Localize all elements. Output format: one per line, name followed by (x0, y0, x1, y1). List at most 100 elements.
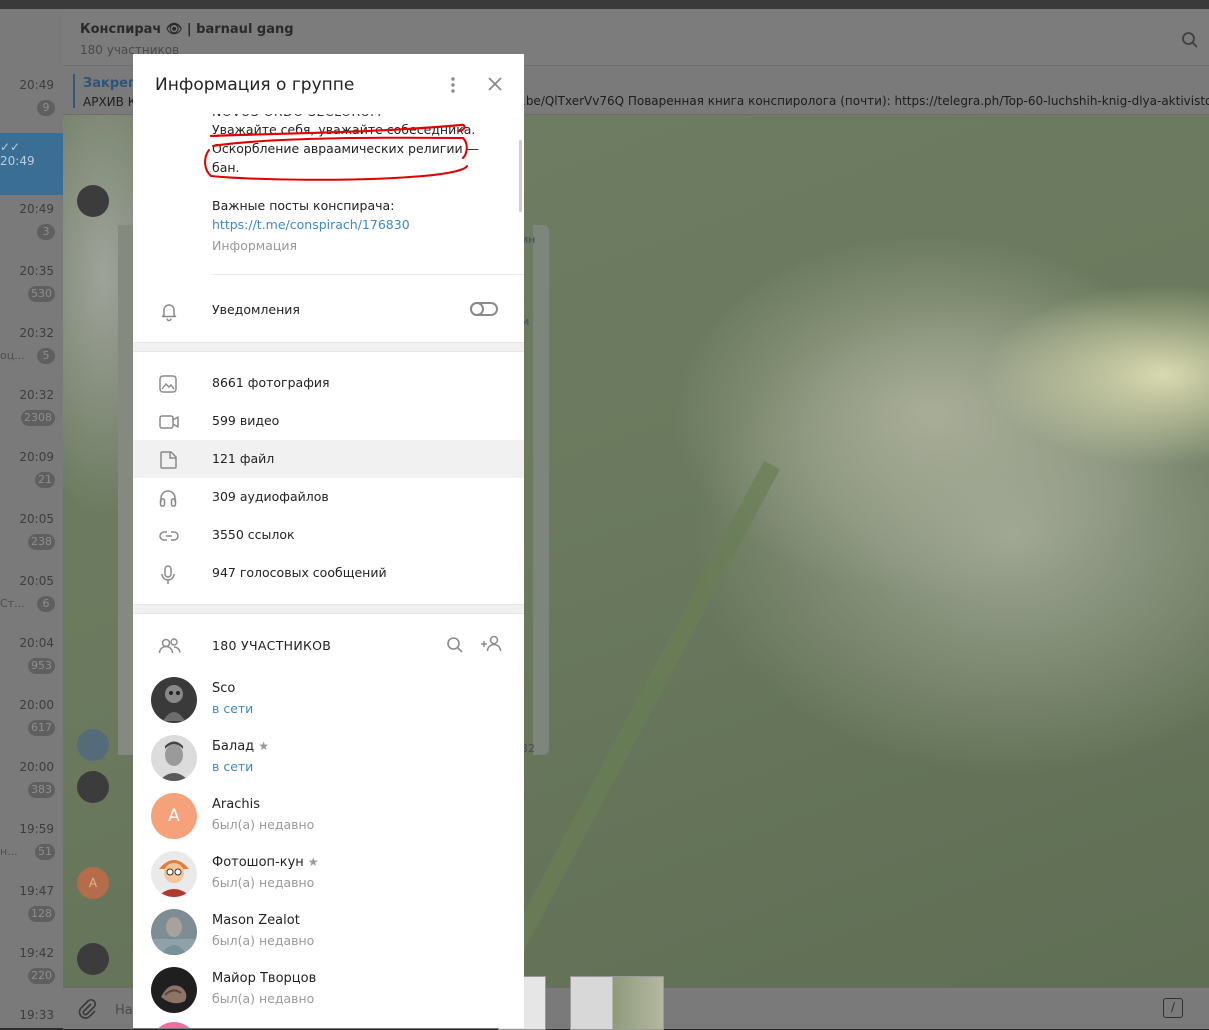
member-item[interactable]: Балад ★ в сети (133, 730, 524, 788)
search-members-icon[interactable] (446, 636, 464, 658)
member-item[interactable]: Майор Творцов был(а) недавно (133, 962, 524, 1020)
member-name: Балад ★ (212, 739, 269, 754)
dialog-row[interactable]: 20:04 953 (0, 629, 63, 691)
dialog-row[interactable]: 20:35 530 (0, 257, 63, 319)
dialog-row[interactable]: 20:00 383 (0, 753, 63, 815)
member-name: Майор Творцов (212, 971, 317, 986)
members-icon (158, 636, 182, 660)
dialog-row[interactable]: 20:49 9 (0, 71, 63, 133)
unread-badge: 220 (28, 968, 55, 984)
unread-badge: 530 (28, 286, 55, 302)
member-name: Mason Zealot (212, 913, 300, 928)
unread-badge: 617 (28, 720, 55, 736)
member-status: был(а) недавно (212, 875, 315, 890)
member-name-text: Балад (212, 739, 255, 754)
avatar-initial: A (151, 793, 197, 839)
divider (212, 274, 524, 275)
scrollbar-thumb[interactable] (519, 140, 522, 212)
dialog-snippet: н... (0, 845, 18, 858)
unread-badge: 2308 (21, 410, 55, 426)
dialog-row[interactable]: 20:09 21 (0, 443, 63, 505)
chat-title[interactable]: Конспирач 👁 | barnaul gang (80, 22, 294, 37)
members-count-label: 180 УЧАСТНИКОВ (212, 638, 332, 653)
dialog-row[interactable]: 20:32 2308 (0, 381, 63, 443)
members-header: 180 УЧАСТНИКОВ (133, 624, 524, 668)
unread-badge: 953 (28, 658, 55, 674)
member-item[interactable]: Mason Zealot был(а) недавно (133, 904, 524, 962)
bell-icon (158, 300, 180, 326)
unread-badge: 128 (28, 906, 55, 922)
more-options-icon[interactable] (450, 76, 456, 98)
dialog-row[interactable]: 19:59 н... 51 (0, 815, 63, 877)
avatar (151, 735, 197, 781)
message-bubble (533, 225, 549, 755)
media-row-videos[interactable]: 599 видео (133, 402, 524, 440)
dialog-time: 20:49 (19, 78, 54, 92)
add-member-icon[interactable] (480, 634, 504, 658)
dialog-row[interactable]: 20:00 617 (0, 691, 63, 753)
sender-avatar[interactable] (77, 943, 109, 975)
member-item[interactable]: Sco в сети (133, 672, 524, 730)
media-label: 309 аудиофайлов (212, 489, 329, 504)
media-label: 947 голосовых сообщений (212, 565, 387, 580)
media-row-voice[interactable]: 947 голосовых сообщений (133, 554, 524, 592)
member-status: в сети (212, 701, 254, 716)
dialog-time-value: 20:49 (0, 154, 35, 168)
sender-avatar[interactable]: A (77, 867, 109, 899)
dialog-time: 20:05 (19, 512, 54, 526)
dialog-row[interactable]: 19:42 220 (0, 939, 63, 1001)
microphone-icon (158, 564, 178, 590)
avatar (151, 851, 197, 897)
dialog-time: 19:47 (19, 884, 54, 898)
screenshot-thumbnail (570, 976, 664, 1030)
notifications-row[interactable]: Уведомления (133, 291, 524, 329)
member-item[interactable]: A Arachis был(а) недавно (133, 788, 524, 846)
bot-command-button[interactable]: / (1163, 998, 1183, 1018)
member-status: в сети (212, 759, 254, 774)
dialog-row[interactable]: 19:47 128 (0, 877, 63, 939)
message-input[interactable]: На (115, 1003, 133, 1018)
dialog-row[interactable]: 20:05 Ст... 6 (0, 567, 63, 629)
member-status: был(а) недавно (212, 817, 315, 832)
important-posts-label: Важные посты конспирача: (212, 198, 395, 213)
message-bubble (118, 225, 134, 755)
dialog-list: 20:49 9 ✓✓ 20:49 20:49 3 20:35 530 20:32 оц.… (0, 9, 63, 1028)
member-item[interactable]: Фотошоп-кун ★ был(а) недавно (133, 846, 524, 904)
dialog-row[interactable]: 20:49 3 (0, 195, 63, 257)
sender-avatar[interactable] (77, 729, 109, 761)
media-label: 121 файл (212, 451, 275, 466)
dialog-time: 19:42 (19, 946, 54, 960)
dialog-time: 20:09 (19, 450, 54, 464)
video-icon (158, 412, 180, 436)
dialog-time: 20:05 (19, 574, 54, 588)
member-name-text: Фотошоп-кун (212, 855, 304, 870)
media-row-links[interactable]: 3550 ссылок (133, 516, 524, 554)
pinned-text-right: .be/QlTxerVv76Q Поваренная книга конспир… (522, 94, 1209, 108)
close-icon[interactable] (487, 76, 503, 96)
avatar (151, 967, 197, 1013)
sender-avatar[interactable] (77, 185, 109, 217)
dialog-header: Информация о группе (133, 54, 524, 114)
sender-avatar[interactable] (77, 771, 109, 803)
media-label: 599 видео (212, 413, 280, 428)
photo-icon (158, 374, 178, 398)
media-label: 3550 ссылок (212, 527, 295, 542)
media-row-audio[interactable]: 309 аудиофайлов (133, 478, 524, 516)
description-line: Уважайте себя, уважайте собеседника. (212, 122, 476, 137)
unread-badge: 6 (37, 596, 55, 612)
dialog-row[interactable]: 20:05 238 (0, 505, 63, 567)
dialog-row-active[interactable]: ✓✓ 20:49 (0, 133, 63, 195)
dialog-row[interactable]: 20:32 оц... 5 (0, 319, 63, 381)
media-row-photos[interactable]: 8661 фотография (133, 364, 524, 402)
important-posts-link[interactable]: https://t.me/conspirach/176830 (212, 217, 410, 232)
unread-badge: 9 (37, 100, 55, 116)
dialog-row[interactable]: 19:33 (0, 1001, 63, 1028)
description-line: Оскорбление авраамических религии — (212, 141, 480, 156)
paperclip-icon[interactable] (77, 998, 97, 1024)
dialog-time: 19:33 (19, 1008, 54, 1022)
notifications-toggle[interactable] (470, 302, 498, 316)
media-row-files[interactable]: 121 файл (133, 440, 524, 478)
section-separator (133, 342, 524, 352)
search-icon[interactable] (1181, 31, 1199, 53)
headphones-icon (158, 488, 178, 512)
